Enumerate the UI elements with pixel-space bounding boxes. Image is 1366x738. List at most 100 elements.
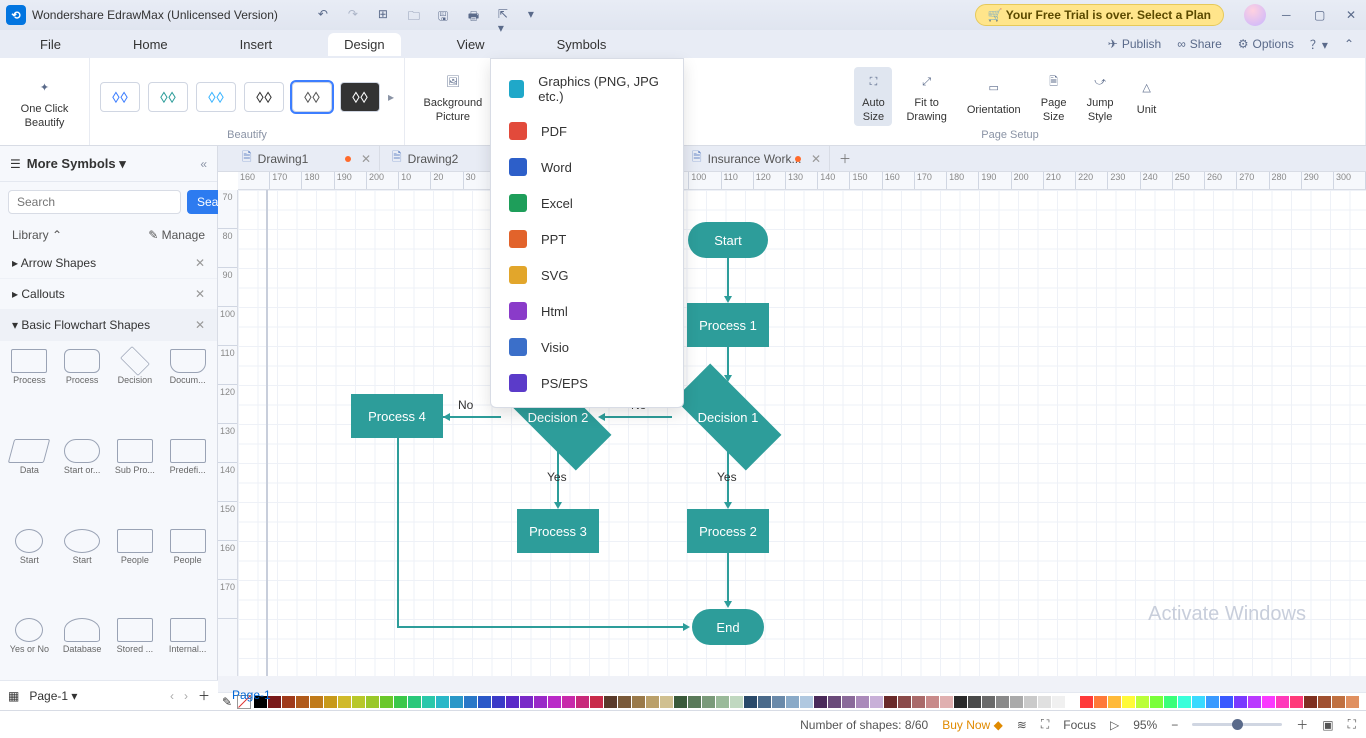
user-avatar[interactable] (1244, 4, 1266, 26)
qat-more-icon[interactable]: ▾ (528, 7, 544, 23)
color-swatch[interactable] (548, 696, 561, 708)
fit-to-drawing-button[interactable]: ⤢Fit to Drawing (900, 67, 952, 125)
color-swatch[interactable] (576, 696, 589, 708)
unit-button[interactable]: △Unit (1128, 74, 1166, 119)
color-swatch[interactable] (660, 696, 673, 708)
new-icon[interactable]: ⊞ (378, 7, 394, 23)
canvas-page-tab[interactable]: Page-1 (232, 680, 271, 710)
color-swatch[interactable] (1318, 696, 1331, 708)
export-excel[interactable]: Excel (491, 185, 683, 221)
color-swatch[interactable] (1332, 696, 1345, 708)
shape-predefi[interactable]: Predefi... (162, 437, 213, 525)
focus-icon[interactable]: ⛶ (1041, 717, 1049, 732)
export-visio[interactable]: Visio (491, 329, 683, 365)
theme-1[interactable]: ⬨⬨ (100, 82, 140, 112)
color-swatch[interactable] (324, 696, 337, 708)
theme-scroll-icon[interactable]: ▸ (388, 90, 394, 104)
color-swatch[interactable] (562, 696, 575, 708)
color-swatch[interactable] (1192, 696, 1205, 708)
zoom-level[interactable]: 95% (1133, 718, 1157, 732)
color-swatch[interactable] (1220, 696, 1233, 708)
shape-end[interactable]: End (692, 609, 764, 645)
color-swatch[interactable] (688, 696, 701, 708)
shape-process2[interactable]: Process 2 (687, 509, 769, 553)
color-swatch[interactable] (730, 696, 743, 708)
sidebar-collapse-icon[interactable]: « (200, 157, 207, 171)
color-swatch[interactable] (1290, 696, 1303, 708)
color-swatch[interactable] (520, 696, 533, 708)
color-swatch[interactable] (772, 696, 785, 708)
doctab-insurance work...[interactable]: 🗎Insurance Work...✕ (680, 146, 830, 171)
color-swatch[interactable] (1150, 696, 1163, 708)
next-page-icon[interactable]: › (184, 689, 188, 703)
presentation-icon[interactable]: ▷ (1110, 718, 1119, 732)
color-swatch[interactable] (842, 696, 855, 708)
menu-home[interactable]: Home (117, 33, 184, 56)
color-swatch[interactable] (1206, 696, 1219, 708)
color-swatch[interactable] (1346, 696, 1359, 708)
menu-design[interactable]: Design (328, 33, 400, 56)
color-swatch[interactable] (744, 696, 757, 708)
color-swatch[interactable] (926, 696, 939, 708)
options-button[interactable]: ⚙ Options (1238, 37, 1294, 51)
color-swatch[interactable] (940, 696, 953, 708)
color-swatch[interactable] (338, 696, 351, 708)
color-swatch[interactable] (912, 696, 925, 708)
connector[interactable] (604, 416, 672, 418)
shape-decision[interactable]: Decision (110, 347, 161, 435)
manage-link[interactable]: ✎ Manage (148, 228, 205, 242)
export-graphics-png-jpg-etc-[interactable]: Graphics (PNG, JPG etc.) (491, 65, 683, 113)
color-swatch[interactable] (1010, 696, 1023, 708)
zoom-in-icon[interactable]: ＋ (1296, 716, 1308, 733)
export-ppt[interactable]: PPT (491, 221, 683, 257)
open-icon[interactable]: 🗀 (408, 7, 424, 23)
publish-button[interactable]: ✈ Publish (1108, 37, 1161, 51)
sidebar-title[interactable]: More Symbols ▾ (27, 156, 195, 172)
color-swatch[interactable] (1094, 696, 1107, 708)
theme-3[interactable]: ⬨⬨ (196, 82, 236, 112)
color-swatch[interactable] (1248, 696, 1261, 708)
shape-subpro[interactable]: Sub Pro... (110, 437, 161, 525)
connector[interactable] (397, 626, 685, 628)
color-swatch[interactable] (310, 696, 323, 708)
focus-label[interactable]: Focus (1063, 718, 1096, 732)
fullscreen-icon[interactable]: ⛶ (1348, 717, 1356, 732)
color-swatch[interactable] (282, 696, 295, 708)
color-swatch[interactable] (1038, 696, 1051, 708)
color-swatch[interactable] (1052, 696, 1065, 708)
shape-start[interactable]: Start (57, 527, 108, 615)
shape-process[interactable]: Process (4, 347, 55, 435)
color-swatch[interactable] (450, 696, 463, 708)
color-swatch[interactable] (590, 696, 603, 708)
prev-page-icon[interactable]: ‹ (170, 689, 174, 703)
theme-5[interactable]: ⬨⬨ (292, 82, 332, 112)
color-swatch[interactable] (1080, 696, 1093, 708)
page-select[interactable]: Page-1 ▾ (29, 689, 77, 703)
color-swatch[interactable] (1276, 696, 1289, 708)
color-swatch[interactable] (1164, 696, 1177, 708)
library-link[interactable]: Library ⌃ (12, 228, 62, 242)
color-swatch[interactable] (380, 696, 393, 708)
color-swatch[interactable] (884, 696, 897, 708)
minimize-button[interactable]: ─ (1282, 8, 1296, 22)
close-icon[interactable]: ✕ (195, 287, 205, 301)
orientation-button[interactable]: ▭Orientation (961, 74, 1027, 119)
shape-process[interactable]: Process (57, 347, 108, 435)
close-button[interactable]: ✕ (1346, 8, 1360, 22)
close-icon[interactable]: ✕ (195, 256, 205, 270)
color-picker-icon[interactable]: ✎ (222, 695, 232, 709)
page-grid-icon[interactable]: ▦ (8, 689, 19, 703)
color-swatch[interactable] (1178, 696, 1191, 708)
color-swatch[interactable] (534, 696, 547, 708)
shape-startor[interactable]: Start or... (57, 437, 108, 525)
color-swatch[interactable] (394, 696, 407, 708)
shape-data[interactable]: Data (4, 437, 55, 525)
shape-process3[interactable]: Process 3 (517, 509, 599, 553)
layers-icon[interactable]: ≋ (1017, 718, 1027, 732)
add-tab-button[interactable]: ＋ (830, 146, 860, 171)
color-swatch[interactable] (464, 696, 477, 708)
color-swatch[interactable] (758, 696, 771, 708)
save-icon[interactable]: 🖫 (438, 7, 454, 23)
jump-style-button[interactable]: ⤻Jump Style (1081, 67, 1120, 125)
color-swatch[interactable] (366, 696, 379, 708)
